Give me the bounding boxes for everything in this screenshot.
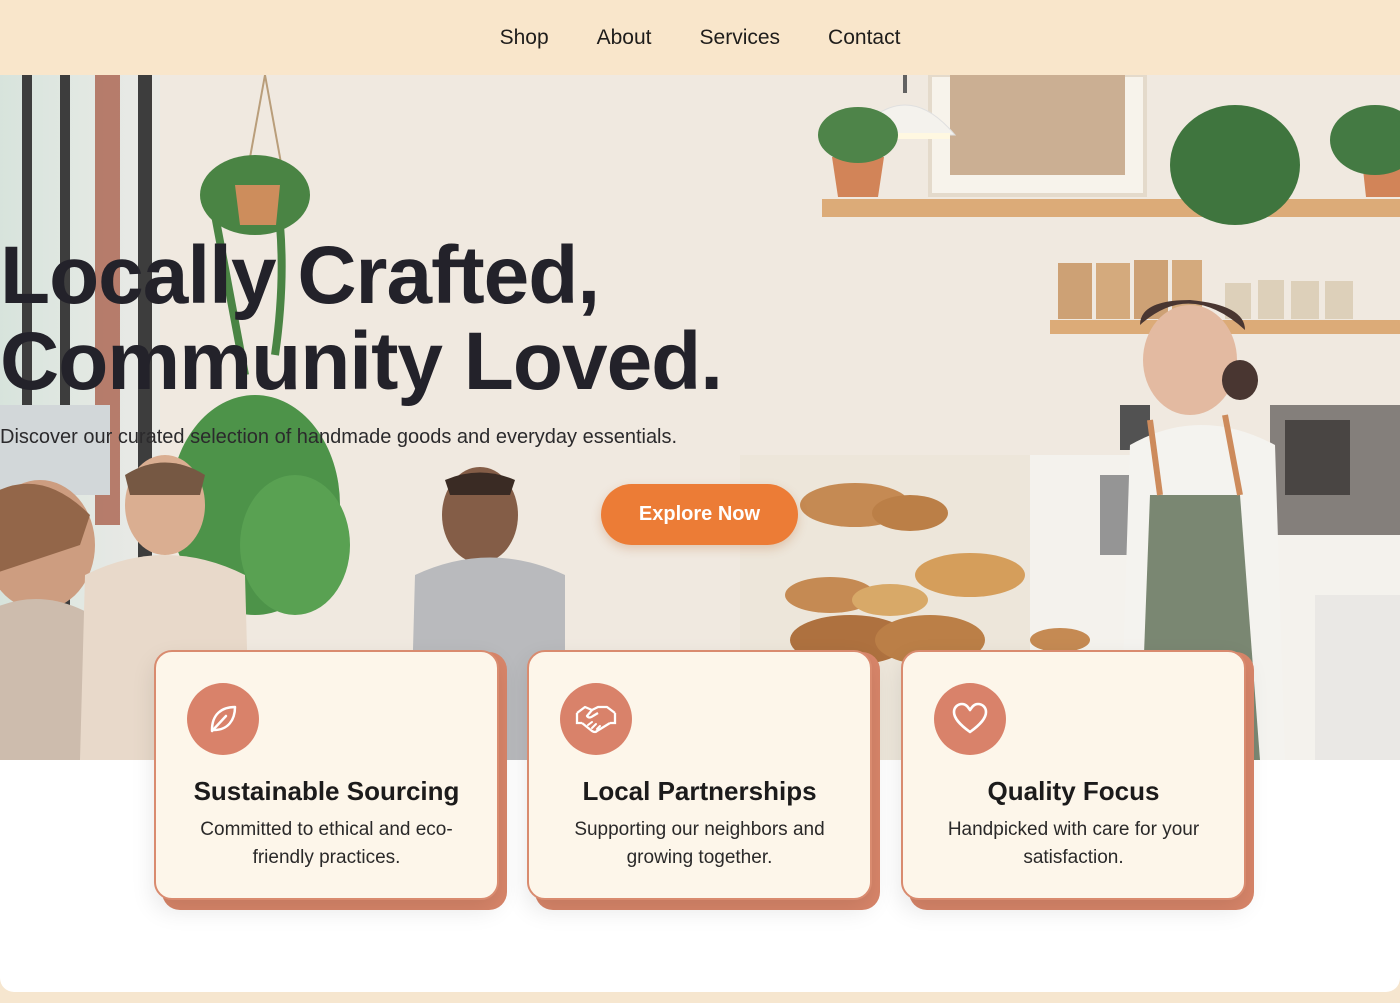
- heart-icon: [934, 683, 1006, 755]
- nav-link-about[interactable]: About: [597, 26, 652, 50]
- feature-title: Sustainable Sourcing: [193, 776, 460, 806]
- handshake-icon: [560, 683, 632, 755]
- nav-link-contact[interactable]: Contact: [828, 26, 900, 50]
- feature-card-quality-focus: Quality Focus Handpicked with care for y…: [901, 650, 1246, 900]
- hero-subtitle: Discover our curated selection of handma…: [0, 426, 678, 448]
- feature-card-local-partnerships: Local Partnerships Supporting our neighb…: [527, 650, 872, 900]
- hero-title-line-1: Locally Crafted,: [0, 230, 600, 321]
- feature-description: Handpicked with care for your satisfacti…: [947, 819, 1200, 868]
- top-navigation: Shop About Services Contact: [0, 0, 1400, 75]
- explore-now-button[interactable]: Explore Now: [601, 484, 798, 545]
- nav-link-services[interactable]: Services: [700, 26, 781, 50]
- feature-card-sustainable-sourcing: Sustainable Sourcing Committed to ethica…: [154, 650, 499, 900]
- hero-title-line-2: Community Loved.: [0, 316, 723, 407]
- feature-title: Local Partnerships: [582, 776, 817, 806]
- feature-title: Quality Focus: [987, 776, 1160, 806]
- leaf-icon: [187, 683, 259, 755]
- feature-description: Committed to ethical and eco-friendly pr…: [200, 819, 453, 868]
- hero-title: Locally Crafted, Community Loved.: [0, 233, 1400, 405]
- nav-link-shop[interactable]: Shop: [500, 26, 549, 50]
- feature-description: Supporting our neighbors and growing tog…: [574, 819, 825, 868]
